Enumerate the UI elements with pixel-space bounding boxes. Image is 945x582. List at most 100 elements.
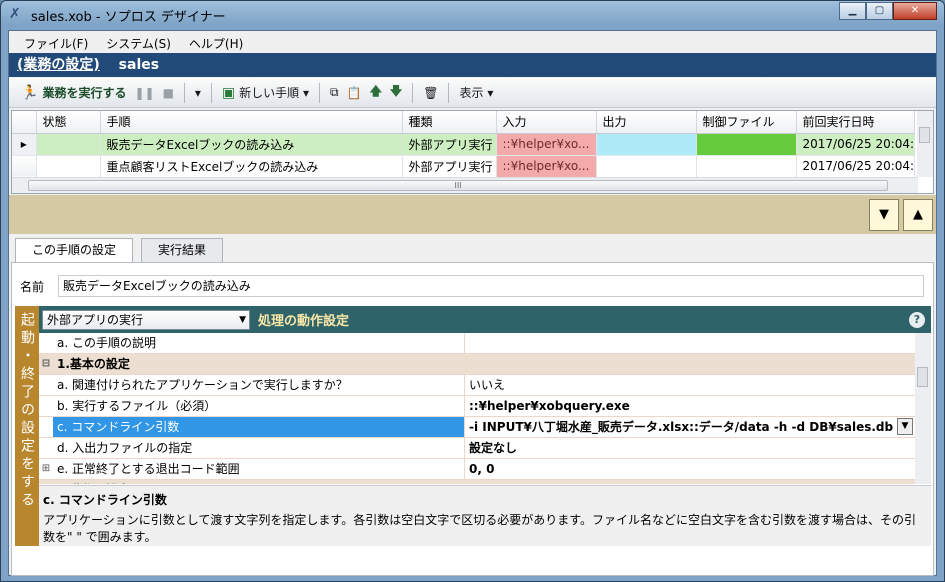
run-dropdown-button[interactable]: ▾: [191, 82, 205, 104]
name-label: 名前: [20, 279, 45, 294]
delete-button[interactable]: 🗑: [419, 82, 442, 104]
run-business-button[interactable]: 🏃 業務を実行する: [17, 82, 130, 104]
property-value[interactable]: -i INPUT¥八丁堀水産_販売データ.xlsx::データ/data -h -…: [465, 417, 915, 437]
column-header-state[interactable]: 状態: [36, 111, 101, 134]
pause-button[interactable]: ❚❚: [130, 82, 158, 104]
property-value[interactable]: [465, 333, 915, 353]
paste-button[interactable]: 📋: [343, 82, 366, 104]
grid-horizontal-scrollbar[interactable]: III: [12, 177, 918, 193]
move-down-button[interactable]: 🡇: [386, 82, 406, 104]
cell-control-file[interactable]: [696, 155, 797, 178]
property-value[interactable]: ::¥helper¥xobquery.exe: [465, 396, 915, 416]
column-header-kind[interactable]: 種類: [402, 111, 497, 134]
cell-kind: 外部アプリ実行: [402, 133, 497, 156]
property-row[interactable]: a. この手順の説明: [39, 333, 915, 354]
menu-file[interactable]: ファイル(F): [15, 31, 97, 53]
menu-bar: ファイル(F) システム(S) ヘルプ(H): [9, 31, 936, 53]
step-settings-panel: 名前 販売データExcelブックの読み込み 起動・終了の設定をする 外部アプリの…: [11, 262, 934, 576]
help-icon[interactable]: ?: [909, 311, 925, 328]
stop-button[interactable]: ■: [159, 82, 178, 104]
value-dropdown-button[interactable]: ▼: [897, 418, 913, 435]
row-gutter: [39, 375, 53, 395]
previous-step-button[interactable]: ▲: [903, 199, 933, 231]
property-value[interactable]: いいえ: [465, 375, 915, 395]
property-key: b. 実行するファイル（必須）: [53, 396, 465, 416]
process-type-select[interactable]: 外部アプリの実行 ▼: [42, 309, 250, 330]
cell-output[interactable]: [596, 133, 697, 156]
table-row[interactable]: ▸ 販売データExcelブックの読み込み 外部アプリ実行 ::¥helper¥x…: [12, 133, 916, 156]
cell-control-file[interactable]: [696, 133, 797, 156]
move-up-button[interactable]: 🡅: [366, 82, 386, 104]
grid-header-row: 状態 手順 種類 入力 出力 制御ファイル 前回実行日時: [12, 111, 916, 134]
property-row[interactable]: c. コマンドライン引数 -i INPUT¥八丁堀水産_販売データ.xlsx::デ…: [39, 417, 915, 438]
tab-run-results[interactable]: 実行結果: [141, 238, 224, 262]
column-header-step[interactable]: 手順: [100, 111, 403, 134]
close-button[interactable]: ✕: [893, 2, 937, 20]
new-step-button[interactable]: ▣ 新しい手順 ▾: [218, 82, 313, 104]
toolbar-separator: [210, 82, 212, 103]
property-key: c. コマンドライン引数: [53, 417, 465, 437]
property-key: a. この手順の説明: [53, 333, 465, 353]
cell-output[interactable]: [596, 155, 697, 178]
property-row[interactable]: d. 入出力ファイルの指定 設定なし: [39, 438, 915, 459]
arrow-down-icon: 🡇: [389, 84, 403, 98]
business-header: (業務の設定) sales: [9, 53, 936, 77]
collapse-icon[interactable]: ⊟: [39, 480, 53, 484]
menu-system[interactable]: システム(S): [97, 31, 180, 53]
grid-vertical-scrollbar[interactable]: [917, 111, 933, 177]
start-end-settings-sidebar[interactable]: 起動・終了の設定をする: [15, 306, 39, 546]
toolbar-separator: [412, 82, 414, 103]
cell-input[interactable]: ::¥helper¥xo...: [496, 155, 597, 178]
chevron-down-icon: ▼: [239, 314, 246, 325]
column-header-input[interactable]: 入力: [496, 111, 597, 134]
property-row[interactable]: a. 関連付けられたアプリケーションで実行しますか？ いいえ: [39, 375, 915, 396]
toolbar: 🏃 業務を実行する ❚❚ ■ ▾ ▣ 新しい手順 ▾ ⧉ 📋 🡅 🡇 🗑 表示 ▾: [9, 78, 936, 108]
view-menu-button[interactable]: 表示 ▾: [455, 82, 497, 104]
run-icon: 🏃: [21, 84, 39, 101]
cell-kind: 外部アプリ実行: [402, 155, 497, 178]
row-gutter: [39, 438, 53, 458]
description-text: アプリケーションに引数として渡す文字列を指定します。各引数は空白文字で区切る必要…: [43, 513, 917, 544]
property-row[interactable]: ⊞ e. 正常終了とする退出コード範囲 0, 0: [39, 459, 915, 480]
menu-help[interactable]: ヘルプ(H): [180, 31, 252, 53]
next-step-button[interactable]: ▼: [869, 199, 899, 231]
scroll-thumb[interactable]: III: [28, 180, 888, 191]
maximize-button[interactable]: ▢: [866, 2, 893, 20]
column-header-output[interactable]: 出力: [596, 111, 697, 134]
step-navigation-band: ▼ ▲: [9, 195, 936, 234]
arrow-up-icon: 🡅: [369, 84, 382, 98]
property-category[interactable]: ⊟ 1.基本の設定: [39, 354, 915, 375]
cell-input[interactable]: ::¥helper¥xo...: [496, 133, 597, 156]
property-scrollbar[interactable]: [915, 333, 931, 484]
row-selector-icon[interactable]: ▸: [12, 133, 37, 156]
title-bar[interactable]: ✗ sales.xob - ソプロス デザイナー ▁ ▢ ✕: [1, 1, 944, 27]
collapse-icon[interactable]: ⊟: [39, 354, 53, 374]
cell-last-run: 2017/06/25 20:04:: [796, 155, 916, 178]
property-value[interactable]: 設定なし: [465, 438, 915, 458]
business-settings-link[interactable]: (業務の設定): [17, 57, 100, 73]
cell-step[interactable]: 販売データExcelブックの読み込み: [100, 133, 403, 156]
table-row[interactable]: 重点顧客リストExcelブックの読み込み 外部アプリ実行 ::¥helper¥x…: [12, 155, 916, 178]
scroll-thumb[interactable]: [919, 127, 930, 143]
cell-step[interactable]: 重点顧客リストExcelブックの読み込み: [100, 155, 403, 178]
scroll-thumb[interactable]: [917, 367, 928, 387]
property-key: e. 正常終了とする退出コード範囲: [53, 459, 465, 479]
property-value[interactable]: 0, 0: [465, 459, 915, 479]
column-header-last-run[interactable]: 前回実行日時: [796, 111, 916, 134]
property-row[interactable]: b. 実行するファイル（必須）::¥helper¥xobquery.exe: [39, 396, 915, 417]
expand-icon[interactable]: ⊞: [39, 459, 53, 479]
toolbar-separator: [448, 82, 450, 103]
property-key: d. 入出力ファイルの指定: [53, 438, 465, 458]
property-value-text: 0, 0: [469, 462, 495, 476]
row-selector[interactable]: [12, 155, 37, 178]
app-icon: ✗: [9, 6, 21, 22]
minimize-button[interactable]: ▁: [839, 2, 866, 20]
copy-button[interactable]: ⧉: [326, 82, 343, 104]
tab-step-settings[interactable]: この手順の設定: [15, 238, 134, 263]
paste-icon: 📋: [346, 85, 362, 100]
column-header-control-file[interactable]: 制御ファイル: [696, 111, 797, 134]
business-name: sales: [118, 57, 160, 73]
name-field[interactable]: 販売データExcelブックの読み込み: [58, 275, 924, 297]
tab-strip: この手順の設定 実行結果: [9, 234, 936, 263]
property-category[interactable]: ⊟2.動作の設定: [39, 480, 915, 484]
